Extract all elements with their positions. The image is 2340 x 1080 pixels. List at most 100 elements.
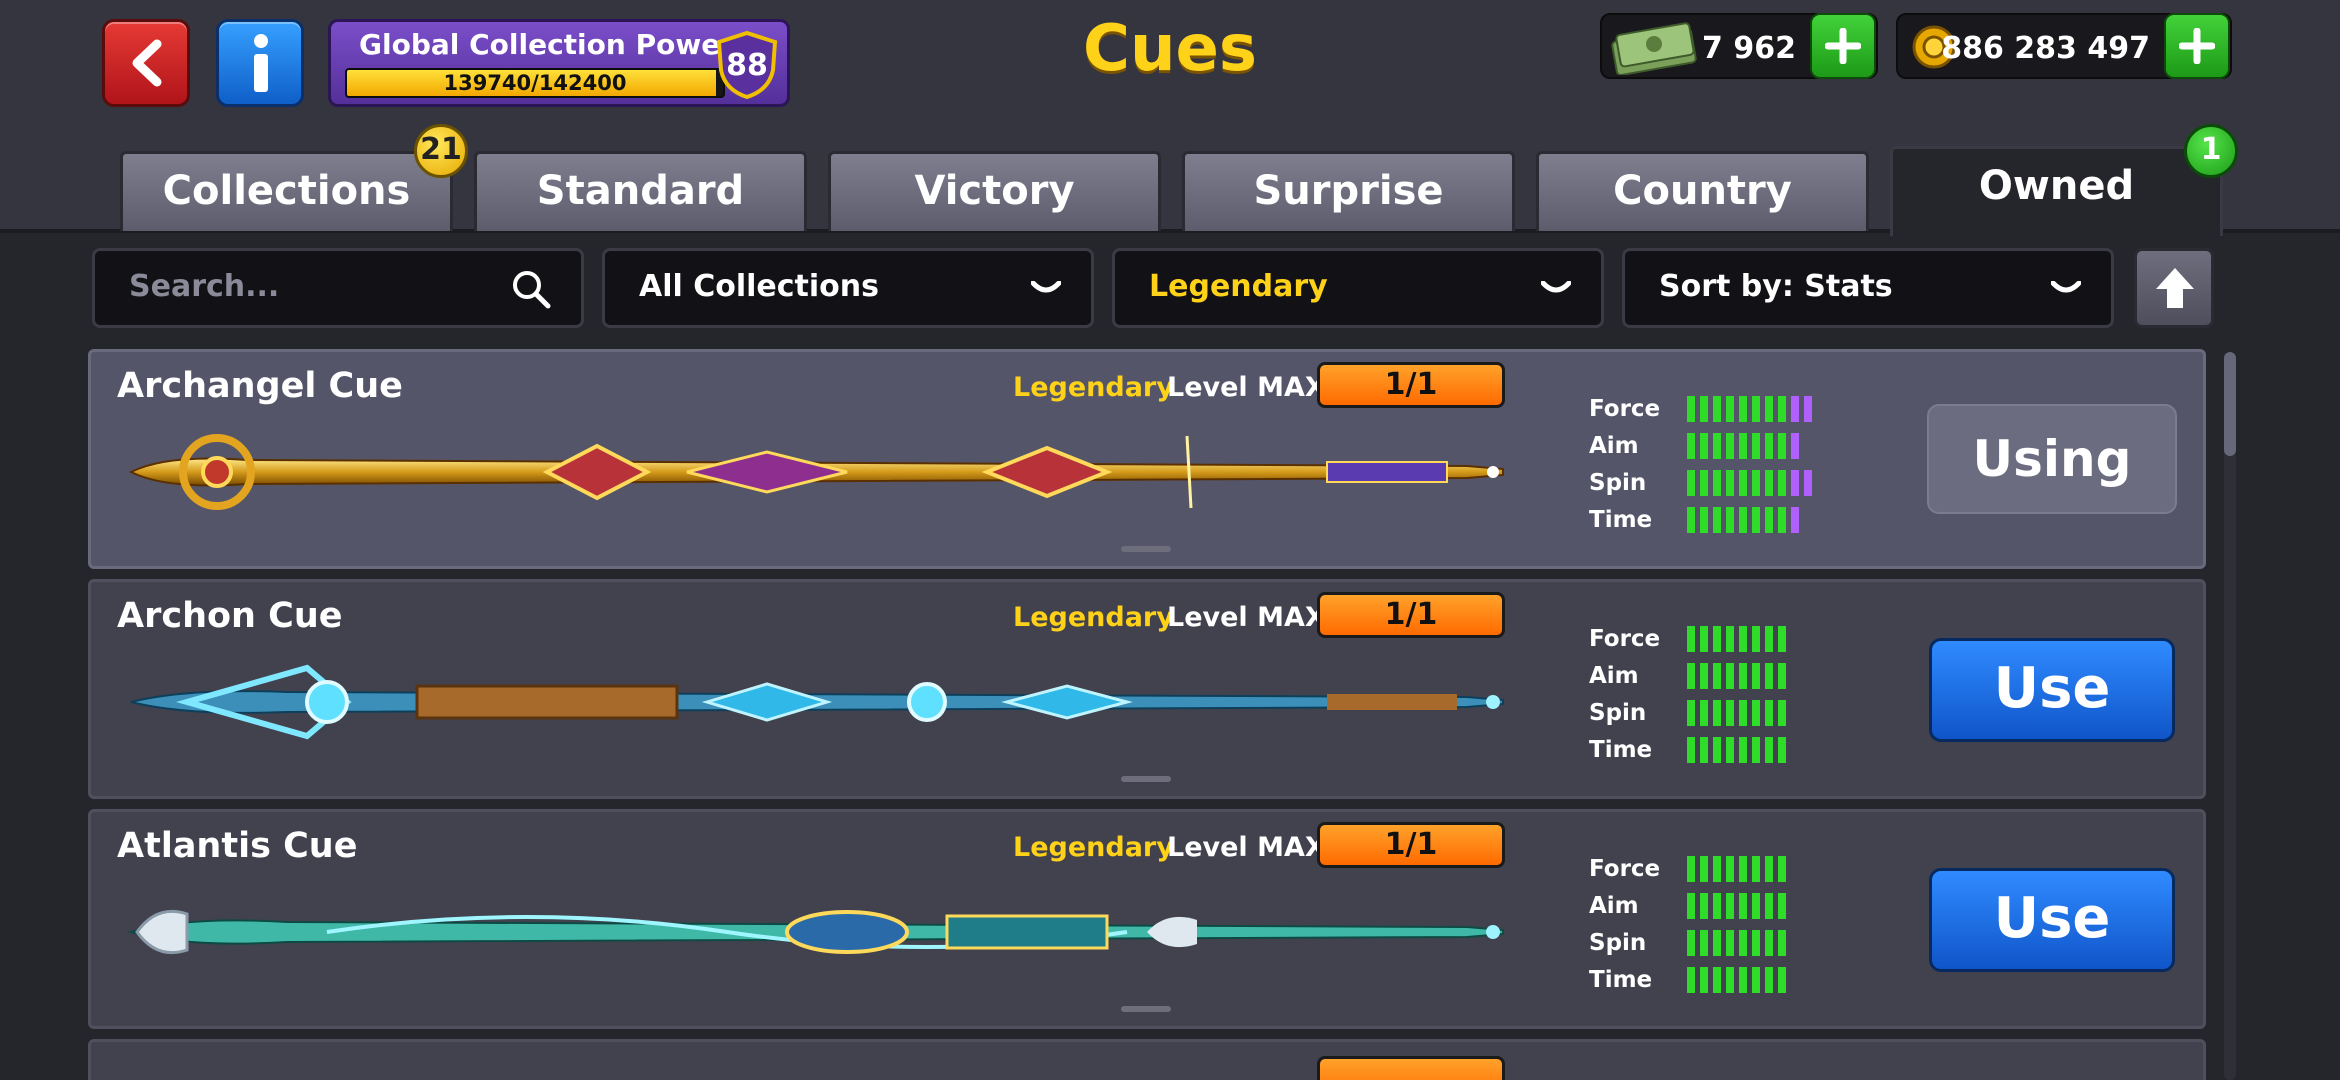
tab-owned[interactable]: Owned [1890,146,2223,236]
stat-segment [1700,856,1708,882]
stat-segment [1791,470,1799,496]
stat-segment [1778,967,1786,993]
cue-level: Level MAX [1167,372,1326,403]
search-input[interactable]: Search... [92,248,584,328]
stat-label-time: Time [1589,967,1653,993]
tab-victory[interactable]: Victory [828,151,1161,231]
stat-segment [1700,663,1708,689]
stat-segment [1726,737,1734,763]
coins-display: 886 283 497 [1896,13,2232,79]
stat-segment [1713,626,1721,652]
stat-label-aim: Aim [1589,893,1639,919]
progress-text: 139740/142400 [443,71,627,95]
tab-surprise[interactable]: Surprise [1182,151,1515,231]
stat-label-force: Force [1589,626,1661,652]
stat-segment [1713,507,1721,533]
arrow-up-icon [2156,268,2194,308]
stat-segment [1726,396,1734,422]
cue-row-partial[interactable] [88,1039,2206,1080]
tab-standard[interactable]: Standard [474,151,807,231]
cue-name: Atlantis Cue [117,826,358,866]
stat-segment [1713,930,1721,956]
stat-segment [1687,433,1695,459]
stat-segment [1687,930,1695,956]
stat-segment [1700,930,1708,956]
stat-segment [1726,433,1734,459]
stat-label-aim: Aim [1589,663,1639,689]
cue-row-archangel[interactable]: Archangel Cue Legendary Level MAX 1/1 Fo… [88,349,2206,569]
cue-count: 1/1 [1317,362,1505,408]
stat-segment [1778,856,1786,882]
stat-segment [1778,893,1786,919]
stat-segment [1752,967,1760,993]
rarity-filter-value: Legendary [1149,269,1328,304]
stat-segment [1752,893,1760,919]
stat-label-force: Force [1589,856,1661,882]
stat-segment [1687,663,1695,689]
scrollbar-thumb[interactable] [2224,352,2236,456]
collection-filter-value: All Collections [639,269,879,304]
cue-name: Archon Cue [117,596,343,636]
stat-label-aim: Aim [1589,433,1639,459]
stat-segment [1687,626,1695,652]
collection-filter-dropdown[interactable]: All Collections [602,248,1094,328]
stat-segment [1739,626,1747,652]
page-title: Cues [1082,12,1258,86]
rarity-filter-dropdown[interactable]: Legendary [1112,248,1604,328]
cue-level: Level MAX [1167,602,1326,633]
cash-display: 7 962 [1600,13,1878,79]
stat-segment [1765,663,1773,689]
add-coins-button[interactable] [2164,13,2230,79]
sort-order-button[interactable] [2134,248,2214,328]
tab-country[interactable]: Country [1536,151,1869,231]
stat-segment [1778,433,1786,459]
archon-cue-image [130,664,1504,740]
stat-label-time: Time [1589,507,1653,533]
cue-row-atlantis[interactable]: Atlantis Cue Legendary Level MAX 1/1 For… [88,809,2206,1029]
cue-row-archon[interactable]: Archon Cue Legendary Level MAX 1/1 Force… [88,579,2206,799]
cue-rarity: Legendary [1013,372,1174,403]
stat-segment [1739,930,1747,956]
stat-segment [1752,396,1760,422]
scrollbar-track[interactable] [2224,352,2236,1080]
stat-segment [1726,470,1734,496]
stat-segment [1739,893,1747,919]
stat-segment [1700,700,1708,726]
chevron-down-icon [2051,281,2081,293]
stat-segment [1765,626,1773,652]
stat-segment [1739,433,1747,459]
stat-segment [1804,396,1812,422]
use-button[interactable]: Use [1929,868,2175,972]
collections-badge: 21 [414,124,468,178]
stat-segment [1700,396,1708,422]
stat-segment [1739,967,1747,993]
stat-segment [1765,396,1773,422]
stat-segment [1713,893,1721,919]
stat-segment [1765,737,1773,763]
info-icon [254,34,268,92]
stat-label-force: Force [1589,396,1661,422]
cue-count: 1/1 [1317,822,1505,868]
cue-rarity: Legendary [1013,602,1174,633]
collection-power-panel[interactable]: Global Collection Power 139740/142400 88 [328,19,790,107]
stat-segment [1726,507,1734,533]
stat-segment [1713,433,1721,459]
stat-segment [1700,626,1708,652]
stat-segment [1804,470,1812,496]
stat-segment [1778,700,1786,726]
stat-segment [1713,967,1721,993]
sort-dropdown[interactable]: Sort by: Stats [1622,248,2114,328]
stat-segment [1700,893,1708,919]
stat-segment [1765,893,1773,919]
stat-segment [1726,930,1734,956]
stat-segment [1778,396,1786,422]
tab-collections[interactable]: Collections [120,151,453,231]
add-cash-button[interactable] [1810,13,1876,79]
row-handle [1121,546,1171,552]
use-button[interactable]: Use [1929,638,2175,742]
stat-segment [1700,433,1708,459]
using-button[interactable]: Using [1927,404,2177,514]
info-button[interactable] [216,19,304,107]
stat-segment [1700,967,1708,993]
back-button[interactable] [102,19,190,107]
